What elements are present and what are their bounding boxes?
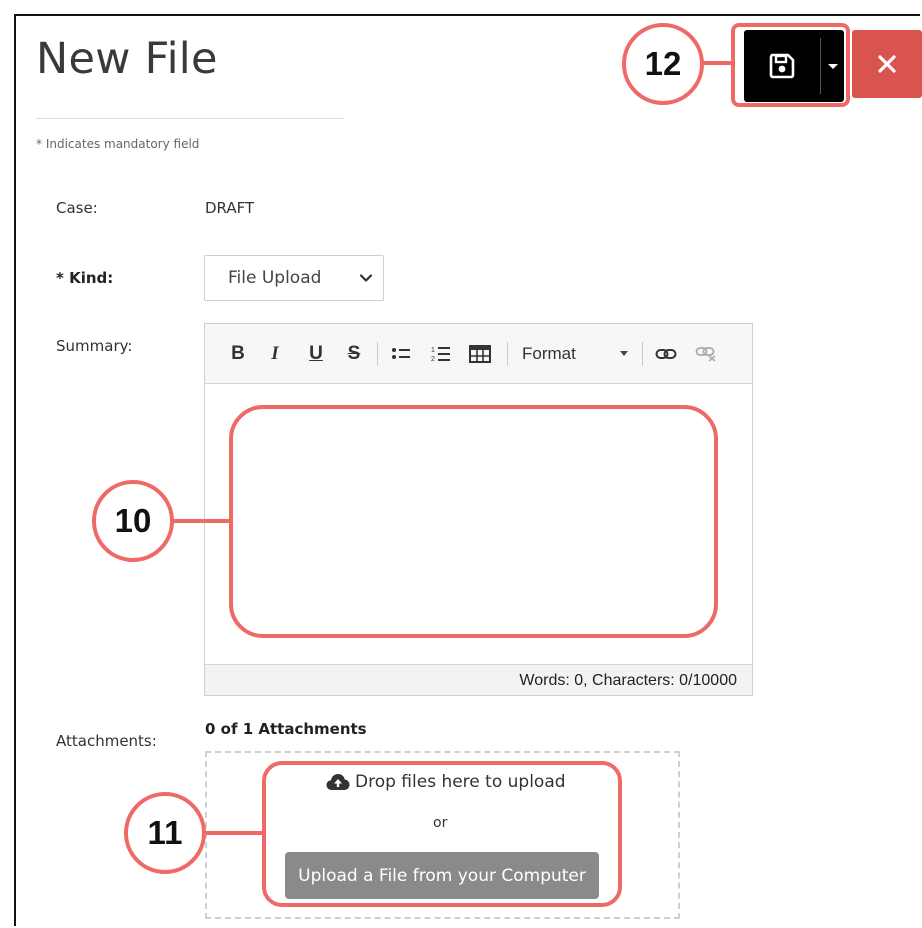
editor-toolbar: B I U S 12 Format [205, 324, 752, 384]
bulleted-list-icon[interactable] [389, 341, 413, 367]
table-icon[interactable] [467, 341, 493, 367]
chevron-down-icon [359, 274, 373, 282]
toolbar-separator [377, 342, 378, 366]
save-annotation-connector [702, 61, 732, 65]
page-title: New File [36, 34, 218, 84]
annotation-marker-10: 10 [92, 480, 174, 562]
editor-annotation-connector [173, 519, 230, 523]
x-icon [878, 55, 896, 73]
case-value: DRAFT [205, 199, 255, 217]
kind-select[interactable]: File Upload [204, 255, 384, 301]
toolbar-separator [507, 342, 508, 366]
mandatory-field-note: * Indicates mandatory field [36, 137, 200, 151]
svg-text:2: 2 [431, 356, 435, 363]
numbered-list-icon[interactable]: 12 [429, 341, 453, 367]
upload-annotation-connector [205, 831, 263, 835]
format-dropdown[interactable]: Format [522, 341, 576, 367]
kind-label: * Kind: [56, 269, 114, 287]
toolbar-separator [642, 342, 643, 366]
kind-selected-value: File Upload [228, 268, 322, 288]
svg-text:1: 1 [431, 347, 435, 354]
attachments-label: Attachments: [56, 732, 157, 750]
italic-button[interactable]: I [264, 341, 286, 367]
annotation-marker-11: 11 [124, 792, 206, 874]
upload-highlight-box [262, 761, 622, 907]
link-icon[interactable] [653, 341, 679, 367]
attachments-count: 0 of 1 Attachments [205, 720, 367, 738]
annotation-marker-12: 12 [622, 23, 704, 105]
case-label: Case: [56, 199, 98, 217]
summary-label: Summary: [56, 337, 133, 355]
caret-down-icon[interactable] [620, 351, 628, 356]
editor-highlight-box [229, 405, 718, 638]
title-divider [36, 118, 344, 119]
bold-button[interactable]: B [227, 341, 249, 367]
close-button[interactable] [852, 30, 922, 98]
save-highlight-box [731, 23, 850, 107]
word-character-counter: Words: 0, Characters: 0/10000 [205, 664, 752, 695]
unlink-icon[interactable] [693, 341, 719, 367]
underline-button[interactable]: U [305, 341, 327, 367]
strikethrough-button[interactable]: S [343, 341, 365, 367]
